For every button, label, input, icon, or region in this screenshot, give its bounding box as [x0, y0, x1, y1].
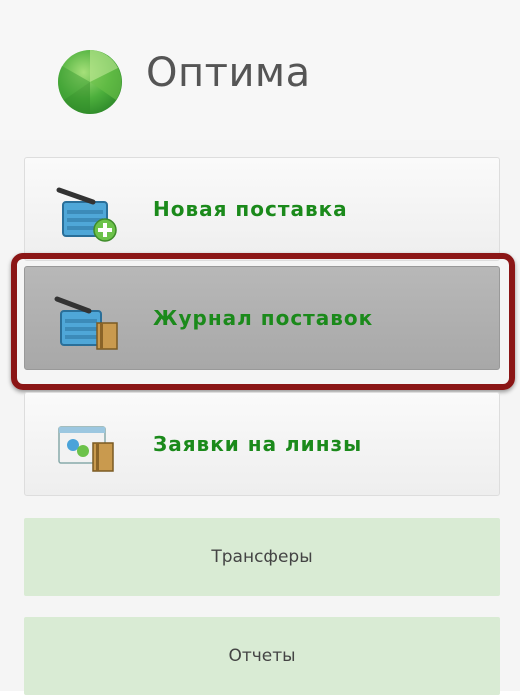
menu-item-label: Новая поставка: [153, 197, 348, 221]
app-header: Оптима: [0, 0, 520, 140]
menu-item-lens-orders[interactable]: Заявки на линзы: [24, 392, 500, 496]
menu-item-new-delivery[interactable]: Новая поставка: [24, 157, 500, 261]
logo-icon: [58, 50, 122, 114]
menu-item-label: Заявки на линзы: [153, 432, 363, 456]
transfers-button[interactable]: Трансферы: [24, 518, 500, 596]
navigation-panel: Оптима Новая поставка Журнал поставок За…: [0, 0, 520, 695]
lens-orders-icon: [58, 426, 114, 472]
basket-add-icon: [56, 187, 117, 242]
app-title: Оптима: [146, 50, 311, 96]
selection-highlight: [11, 253, 515, 390]
reports-button[interactable]: Отчеты: [24, 617, 500, 695]
